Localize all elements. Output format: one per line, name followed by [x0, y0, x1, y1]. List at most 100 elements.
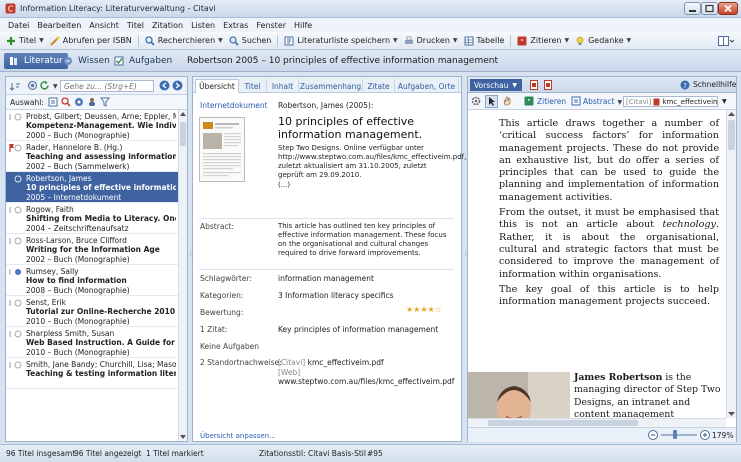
menu-hilfe[interactable]: Hilfe: [294, 21, 312, 30]
document-thumbnail[interactable]: [199, 117, 245, 182]
chevron-down-icon[interactable]: ▼: [53, 83, 58, 90]
location-web-tag: [Web]: [278, 368, 301, 377]
menu-ansicht[interactable]: Ansicht: [89, 21, 119, 30]
zoom-out-icon[interactable]: [648, 430, 658, 440]
tab-aufgaben[interactable]: Aufgaben: [109, 53, 177, 69]
cite-button[interactable]: Zitieren: [537, 97, 566, 106]
literaturliste-button[interactable]: Literaturliste speichern ▼: [284, 36, 398, 46]
zoom-slider-thumb[interactable]: [673, 430, 677, 439]
tab-wissen[interactable]: Wissen: [58, 53, 115, 69]
list-item[interactable]: Ross-Larson, Bruce Clifford Writing for …: [6, 234, 178, 265]
list-item[interactable]: Rogow, Faith Shifting from Media to Lite…: [6, 203, 178, 234]
selection-mark-icon[interactable]: [74, 97, 84, 107]
list-item[interactable]: Smith, Jane Bandy; Churchill, Lisa; Maso…: [6, 358, 178, 389]
layout-toggle-button[interactable]: [718, 36, 734, 46]
attachment-select[interactable]: [Citavi]kmc_effectiveim.pdf: [623, 96, 718, 107]
search-globe-icon: [145, 35, 155, 46]
list-item[interactable]: Rumsey, Sally How to find information 20…: [6, 265, 178, 296]
menu-bearbeiten[interactable]: Bearbeiten: [37, 21, 81, 30]
tab-zitate[interactable]: Zitate: [363, 79, 395, 93]
list-item[interactable]: Rader, Hannelore B. (Hg.) Teaching and a…: [6, 141, 178, 172]
quick-help-label[interactable]: Schnellhilfe: [693, 80, 736, 89]
chevron-down-icon[interactable]: ▼: [722, 98, 727, 105]
location-web[interactable]: www.steptwo.com.au/files/kmc_effectiveim…: [278, 377, 454, 386]
zitieren-button[interactable]: " Zitieren ▼: [517, 36, 569, 46]
abstract-icon: [571, 96, 581, 106]
menu-datei[interactable]: Datei: [8, 21, 29, 30]
abstract-button[interactable]: Abstract ▼: [583, 97, 622, 106]
drucken-button[interactable]: Drucken ▼: [404, 36, 458, 46]
location-citavi[interactable]: [Citavi] kmc_effectiveim.pdf: [278, 358, 384, 367]
pdf-icon: [653, 98, 660, 106]
customize-overview-link[interactable]: Übersicht anpassen...: [200, 432, 276, 440]
menu-extras[interactable]: Extras: [223, 21, 248, 30]
goto-input[interactable]: [60, 80, 154, 92]
document-vertical-scrollbar[interactable]: [726, 110, 736, 418]
reference-list-scrollbar[interactable]: [178, 110, 187, 441]
locations-label: 2 Standortnachweise:: [200, 358, 282, 367]
tab-zusammenhang[interactable]: Zusammenhang: [299, 79, 363, 93]
tab-titel[interactable]: Titel: [239, 79, 267, 93]
pdf-red-icon[interactable]: [530, 80, 540, 90]
help-icon[interactable]: ?: [680, 80, 690, 90]
status-bar: 96 Titel insgesamt 96 Titel angezeigt 1 …: [0, 444, 741, 462]
marked-icon: [9, 268, 23, 276]
refresh-icon[interactable]: [39, 80, 50, 91]
close-button[interactable]: [718, 2, 738, 15]
menu-fenster[interactable]: Fenster: [256, 21, 286, 30]
menu-titel[interactable]: Titel: [127, 21, 144, 30]
reference-author: Robertson, James (2005):: [278, 101, 374, 110]
rating-stars[interactable]: ★★★★☆: [406, 305, 442, 314]
flag-icon: [9, 113, 23, 121]
search-icon: [229, 35, 239, 46]
maximize-button[interactable]: [701, 2, 718, 15]
menu-listen[interactable]: Listen: [191, 21, 215, 30]
document-horizontal-scrollbar[interactable]: [468, 418, 726, 427]
pdf-red-alt-icon[interactable]: [544, 80, 554, 90]
gedanke-button[interactable]: Gedanke ▼: [575, 36, 631, 46]
sort-icon[interactable]: [10, 81, 20, 91]
preview-toolbar: " Zitieren Abstract ▼ [Citavi] kmc_effecti…: [468, 93, 736, 110]
reference-type-link[interactable]: Internetdokument: [200, 101, 268, 110]
zoom-slider[interactable]: [661, 434, 697, 436]
chevron-down-icon: ▼: [512, 81, 517, 89]
categories-value: 3 Information literacy specifics: [278, 291, 394, 300]
quote-icon: ": [517, 36, 527, 46]
preview-dropdown[interactable]: Vorschau ▼: [470, 79, 522, 91]
preview-panel: Vorschau ▼ ? Schnellhilfe " Zitieren Abst…: [467, 76, 737, 442]
previous-icon[interactable]: [159, 80, 170, 91]
selection-search-icon[interactable]: [61, 97, 71, 107]
list-item[interactable]: Senst, Erik Tutorial zur Online-Recherch…: [6, 296, 178, 327]
list-item[interactable]: Sharpless Smith, Susan Web Based Instruc…: [6, 327, 178, 358]
svg-text:": ": [521, 38, 524, 46]
keywords-value: information management: [278, 274, 374, 283]
selection-list-icon[interactable]: [48, 97, 58, 107]
chevron-down-icon: ▼: [626, 37, 632, 44]
menu-zitation[interactable]: Zitation: [152, 21, 183, 30]
document-paragraph: The key goal of this article is to help …: [499, 283, 719, 308]
list-item[interactable]: Probst, Gilbert; Deussen, Arne; Eppler, …: [6, 110, 178, 141]
selection-people-icon[interactable]: [87, 97, 97, 107]
new-title-button[interactable]: Titel ▼: [6, 36, 44, 46]
select-cursor-icon[interactable]: [485, 95, 498, 108]
next-icon[interactable]: [172, 80, 183, 91]
filter-icon[interactable]: [100, 97, 110, 107]
suchen-button[interactable]: Suchen: [229, 35, 271, 46]
citavi-app-icon: C: [5, 3, 16, 14]
abstract-label: Abstract:: [200, 222, 235, 231]
tab-inhalt[interactable]: Inhalt: [267, 79, 299, 93]
plus-icon: [6, 36, 16, 46]
zoom-bar: 179%: [468, 427, 736, 442]
minimize-button[interactable]: [684, 2, 701, 15]
isbn-button[interactable]: Abrufen per ISBN: [50, 36, 132, 46]
zoom-in-icon[interactable]: [700, 430, 710, 440]
tab-aufgaben-orte[interactable]: Aufgaben, Orte: [395, 79, 459, 93]
tab-uebersicht[interactable]: Übersicht: [195, 79, 239, 93]
list-item-selected[interactable]: Robertson, James 10 principles of effect…: [6, 172, 178, 203]
gear-icon[interactable]: [471, 96, 481, 106]
hand-tool-icon[interactable]: [502, 96, 512, 106]
tabelle-button[interactable]: Tabelle: [464, 36, 504, 46]
filter-settings-icon[interactable]: [27, 80, 38, 91]
recherchieren-button[interactable]: Recherchieren ▼: [145, 35, 223, 46]
pdf-document-view[interactable]: This article draws together a number of …: [468, 110, 726, 418]
